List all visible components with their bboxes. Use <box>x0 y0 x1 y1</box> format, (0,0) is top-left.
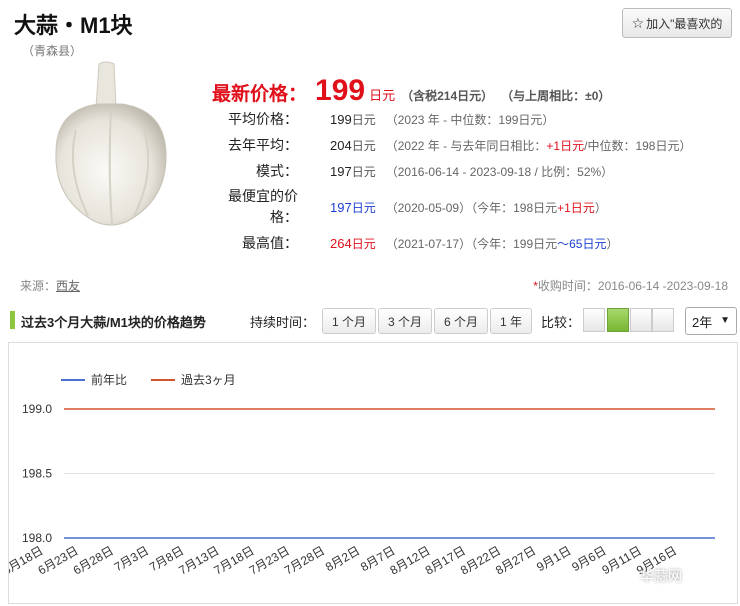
section-marker <box>10 311 15 329</box>
x-tick-label: 8月27日 <box>493 543 538 577</box>
week-compare: （与上周相比：±0） <box>501 89 611 103</box>
row-value: 197日元 <box>330 163 376 179</box>
source: 来源：西友 <box>20 279 81 293</box>
x-tick-label: 6月28日 <box>71 543 116 577</box>
period-3m-button[interactable]: 3 个月 <box>378 308 432 334</box>
tax-note: （含税214日元） <box>401 89 494 103</box>
row-value: 197日元 <box>330 200 376 215</box>
chart-toolbar: 过去3个月大蒜/M1块的价格趋势 持续时间： 1 个月 3 个月 6 个月 1 … <box>0 306 740 336</box>
row-note: （2021-07-17）（今年：199日元～65日元） <box>385 236 619 251</box>
compare-box-1[interactable] <box>583 308 605 332</box>
row-value: 199日元 <box>330 111 376 127</box>
chart-section-title: 过去3个月大蒜/M1块的价格趋势 <box>21 315 206 330</box>
x-tick-label: 7月3日 <box>112 543 151 574</box>
row-label: 去年平均： <box>228 137 298 153</box>
price-chart: 199.0 198.5 198.0 前年比 過去3ヶ月 6月18日 6月23日 6月28日 7月… <box>8 342 738 604</box>
row-value: 204日元 <box>330 137 376 153</box>
add-favorite-label: 加入"最喜欢的 <box>646 16 723 31</box>
mode-row: 模式： 197日元 （2016-06-14 - 2023-09-18 / 比例：… <box>222 161 613 181</box>
cheapest-row: 最便宜的价 格： 197日元 （2020-05-09）（今年：198日元+1日元） <box>222 186 607 228</box>
compare-label: 比较： <box>541 315 581 330</box>
highest-row: 最高值： 264日元 （2021-07-17）（今年：199日元～65日元） <box>222 233 619 253</box>
row-note: （2020-05-09）（今年：198日元+1日元） <box>385 201 607 215</box>
add-favorite-button[interactable]: ☆ 加入"最喜欢的 <box>622 8 732 38</box>
acquisition-period: *收购时间：2016-06-14 -2023-09-18 <box>533 279 728 293</box>
last-year-row: 去年平均： 204日元 （2022 年 - 与去年同日相比：+1日元/中位数：1… <box>222 135 691 155</box>
x-tick-label: 8月2日 <box>323 543 362 574</box>
latest-price: 最新价格： 199 日元 （含税214日元） （与上周相比：±0） <box>212 74 610 108</box>
source-link[interactable]: 西友 <box>56 279 80 293</box>
product-title: 大蒜・M1块 <box>14 13 133 38</box>
legend-label: 過去3ヶ月 <box>181 373 236 387</box>
row-note: （2023 年 - 中位数：199日元） <box>385 112 555 127</box>
x-tick-label: 7月28日 <box>282 543 327 577</box>
row-label: 最便宜的价 格： <box>228 188 298 225</box>
latest-price-label: 最新价格： <box>212 84 308 105</box>
row-label: 最高值： <box>242 235 298 251</box>
y-tick-label: 198.0 <box>22 531 52 545</box>
period-6m-button[interactable]: 6 个月 <box>434 308 488 334</box>
row-note: （2016-06-14 - 2023-09-18 / 比例：52%） <box>385 164 614 179</box>
y-tick-label: 198.5 <box>22 467 52 481</box>
row-note: （2022 年 - 与去年同日相比：+1日元/中位数：198日元） <box>385 138 692 153</box>
garlic-image <box>55 61 167 226</box>
chart-svg: 199.0198.5198.0前年比 過去3ヶ月6月18日6月23日6月28日7月… <box>9 372 715 578</box>
compare-box-3[interactable] <box>630 308 652 332</box>
period-1y-button[interactable]: 1 年 <box>490 308 532 334</box>
chevron-down-icon: ▼ <box>720 315 730 326</box>
legend-label: 前年比 <box>91 372 127 387</box>
compare-box-4[interactable] <box>652 308 674 332</box>
avg-price-row: 平均价格： 199日元 （2023 年 - 中位数：199日元） <box>222 109 554 129</box>
row-value: 264日元 <box>330 235 376 251</box>
star-icon: ☆ <box>631 14 645 31</box>
watermark: 华蒜网 <box>640 568 682 584</box>
y-tick-label: 199.0 <box>22 402 52 416</box>
row-label: 平均价格： <box>228 111 298 127</box>
row-label: 模式： <box>256 163 298 179</box>
product-region: （青森县） <box>22 44 83 58</box>
duration-label: 持续时间： <box>250 315 316 330</box>
latest-price-value: 199 <box>315 74 366 107</box>
latest-price-unit: 日元 <box>369 88 396 103</box>
period-1m-button[interactable]: 1 个月 <box>322 308 376 334</box>
x-tick-label: 9月1日 <box>534 543 573 574</box>
year-select[interactable]: 2年 ▼ <box>685 307 737 335</box>
compare-box-2[interactable] <box>607 308 629 332</box>
